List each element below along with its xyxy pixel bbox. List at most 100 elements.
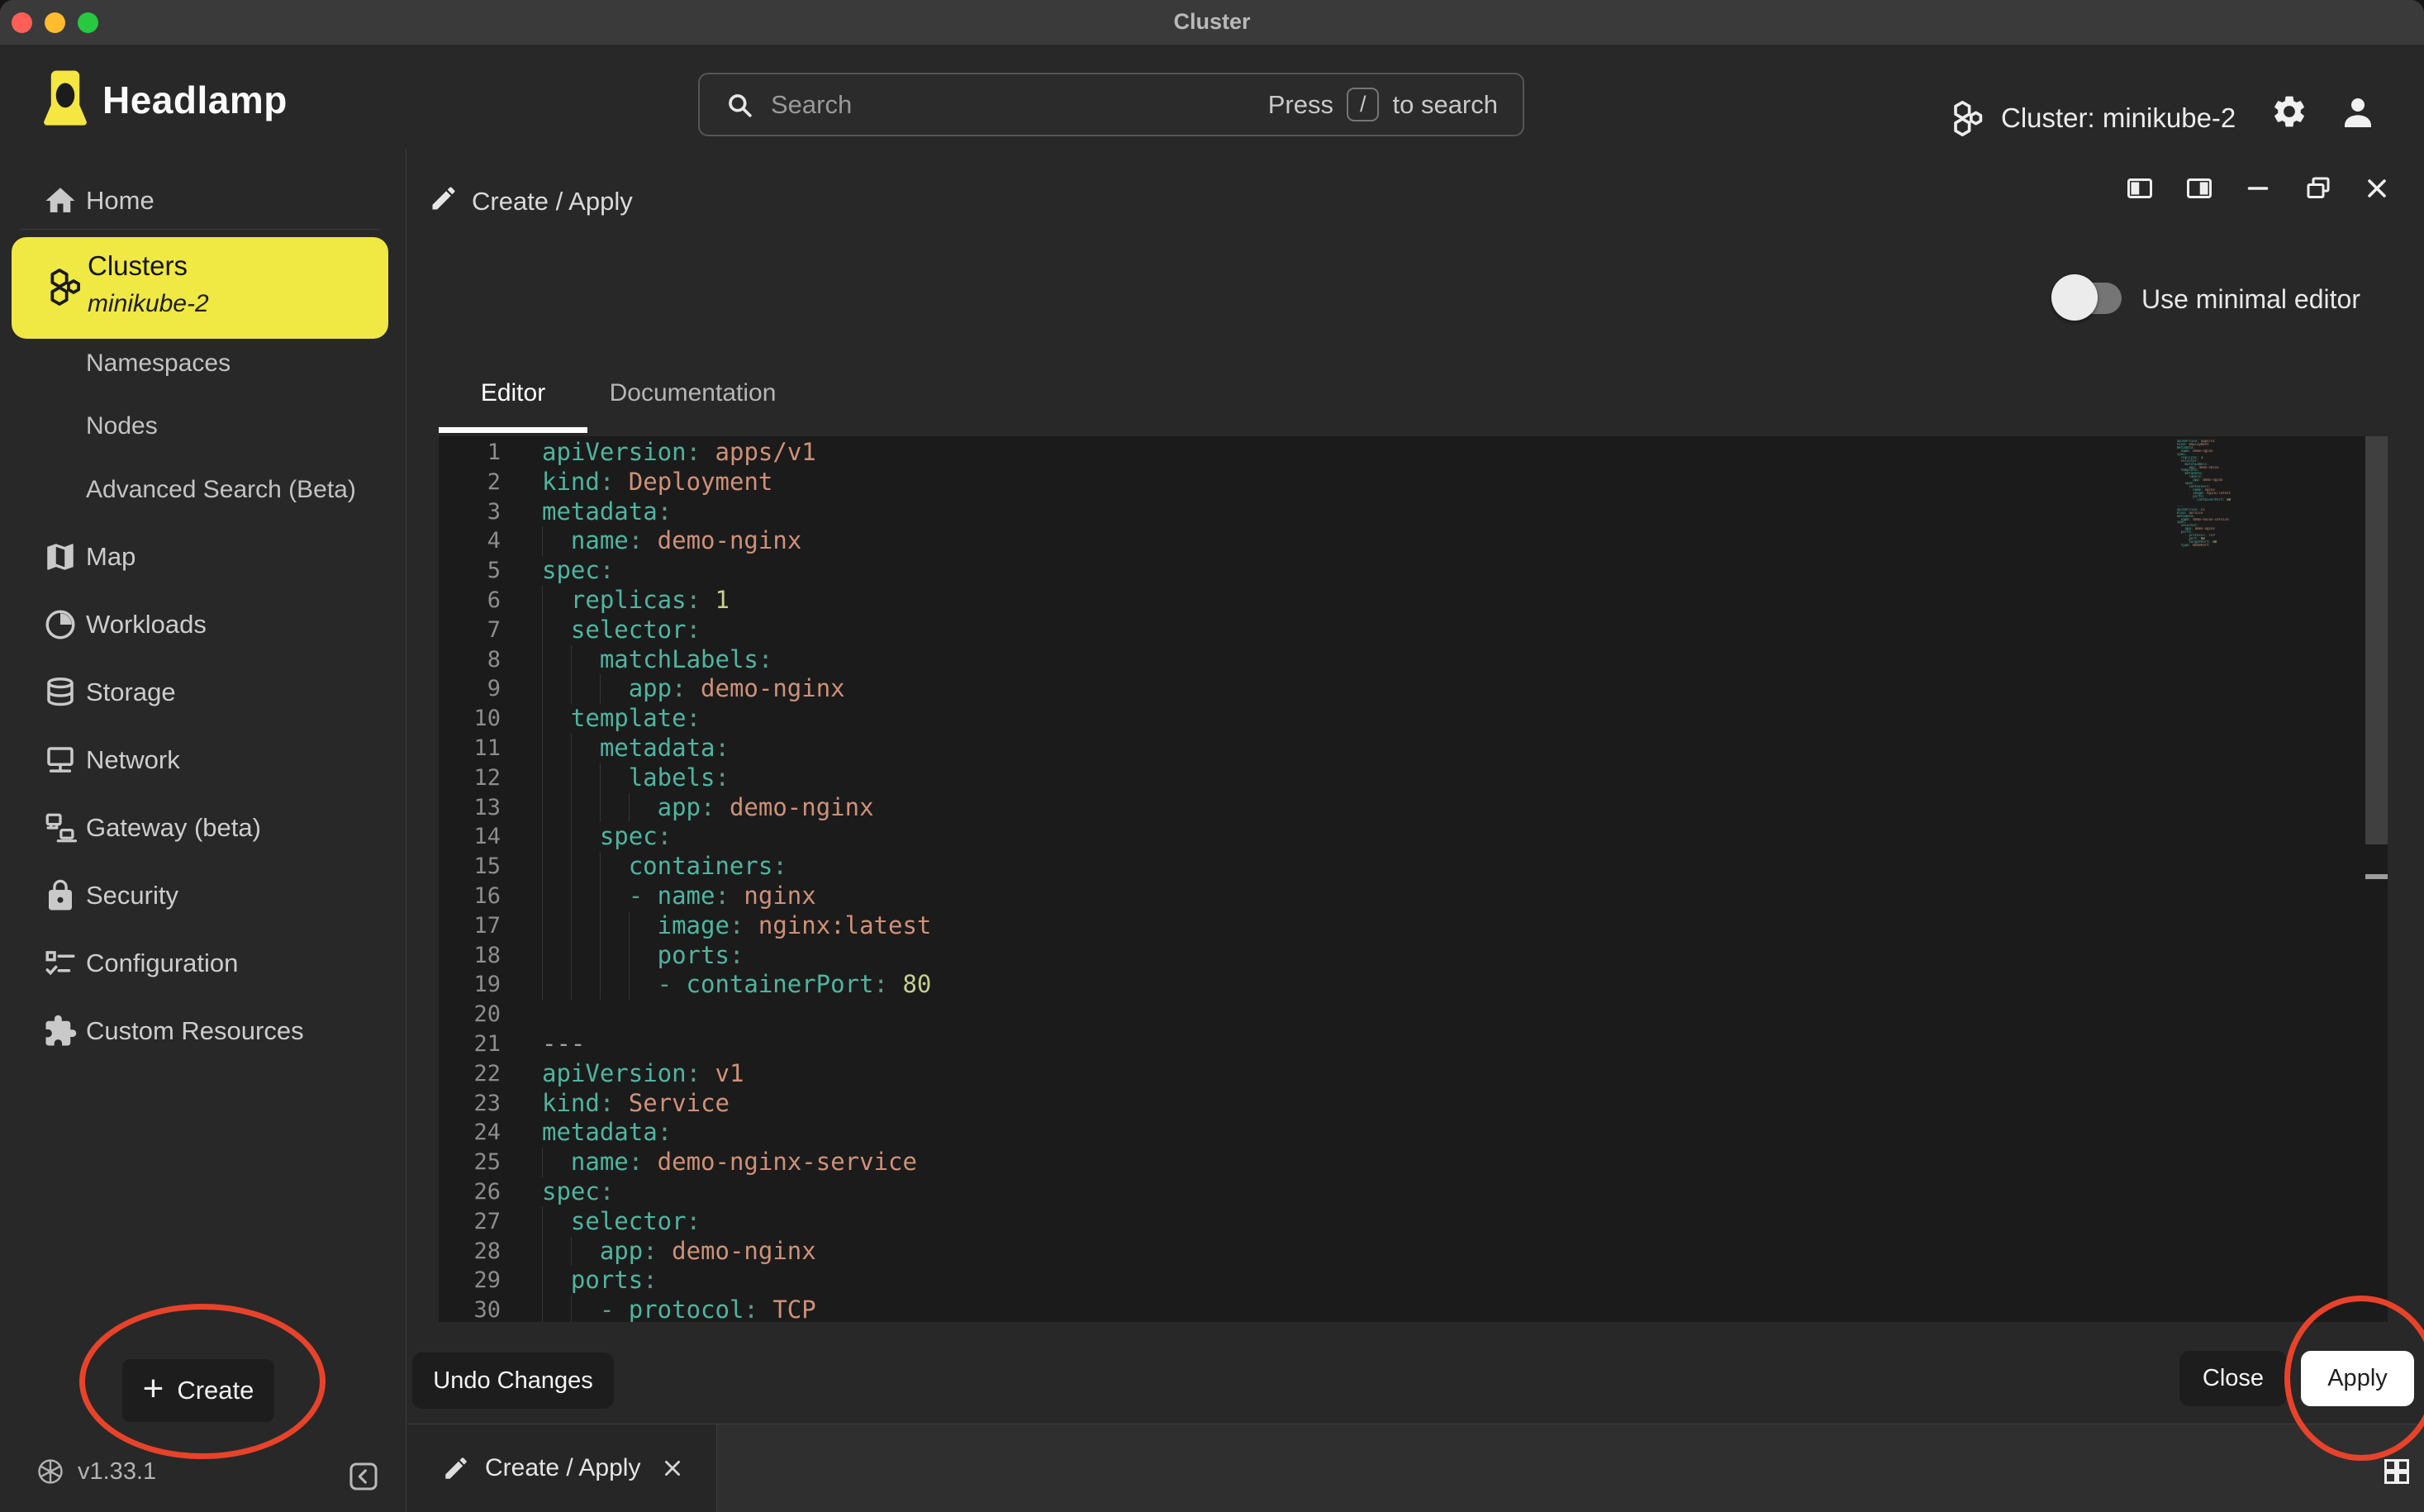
sidebar-item-label: Map <box>86 542 135 572</box>
sidebar-item-label: Gateway (beta) <box>86 813 261 843</box>
sidebar-item-label: Configuration <box>86 949 238 978</box>
pencil-icon <box>442 1454 470 1482</box>
editor-scrollbar-thumb[interactable] <box>2365 436 2388 844</box>
app-window: Cluster Headlamp Search Press / to searc… <box>0 0 2424 1512</box>
sidebar-item-custom-resources[interactable]: Custom Resources <box>0 1008 406 1054</box>
close-tab-icon[interactable] <box>662 1457 683 1479</box>
code-line: 30- protocol: TCP <box>439 1296 2388 1322</box>
dock-left-icon[interactable] <box>2125 174 2155 203</box>
pencil-icon <box>429 183 459 213</box>
sidebar-item-home[interactable]: Home <box>0 178 406 224</box>
bottom-tab-create-apply[interactable]: Create / Apply <box>407 1424 717 1512</box>
close-button[interactable]: Close <box>2179 1351 2287 1406</box>
sidebar-item-namespaces[interactable]: Namespaces <box>86 349 231 386</box>
settings-gear-icon[interactable] <box>2270 93 2308 131</box>
checklist-icon <box>43 946 78 981</box>
sidebar-item-network[interactable]: Network <box>0 737 406 783</box>
create-apply-panel: Create / Apply Use minimal editor Editor… <box>407 149 2424 1424</box>
minimal-editor-toggle-knob[interactable] <box>2051 274 2098 321</box>
bottom-tab-label: Create / Apply <box>485 1454 640 1482</box>
search-placeholder: Search <box>771 90 852 120</box>
sidebar: Home Clusters minikube-2 Namespaces Node… <box>0 149 406 1512</box>
gateway-icon <box>43 811 78 845</box>
code-line: 9app: demo-nginx <box>439 674 2388 704</box>
cluster-selector[interactable]: Cluster: minikube-2 <box>1950 89 2236 147</box>
hint-press: Press <box>1268 90 1333 120</box>
search-input[interactable]: Search Press / to search <box>698 73 1524 136</box>
sidebar-divider <box>21 229 380 230</box>
tab-documentation[interactable]: Documentation <box>587 359 798 427</box>
code-line: 16- name: nginx <box>439 882 2388 911</box>
kubernetes-icon <box>36 1457 64 1486</box>
cluster-name-label: Cluster: minikube-2 <box>2001 102 2236 134</box>
code-line: 11metadata: <box>439 734 2388 763</box>
sidebar-item-security[interactable]: Security <box>0 872 406 919</box>
sidebar-item-nodes[interactable]: Nodes <box>86 412 158 449</box>
version-label: v1.33.1 <box>78 1458 156 1486</box>
maximize-duplicate-icon[interactable] <box>2303 174 2333 203</box>
sidebar-item-label: Home <box>86 186 154 216</box>
code-line: 14spec: <box>439 822 2388 852</box>
home-icon <box>43 183 78 218</box>
sidebar-item-label: Security <box>86 881 178 911</box>
close-panel-icon[interactable] <box>2362 174 2392 203</box>
sidebar-item-advanced-search[interactable]: Advanced Search (Beta) <box>86 476 356 512</box>
code-line: 5spec: <box>439 556 2388 586</box>
lock-icon <box>43 878 78 913</box>
network-icon <box>43 743 78 777</box>
plus-icon: + <box>143 1368 164 1410</box>
yaml-editor[interactable]: 1apiVersion: apps/v12kind: Deployment3me… <box>439 436 2388 1322</box>
code-line: 10template: <box>439 704 2388 734</box>
active-tab-indicator <box>439 427 587 433</box>
tab-editor[interactable]: Editor <box>439 359 587 427</box>
sidebar-item-map[interactable]: Map <box>0 534 406 580</box>
code-line: 8matchLabels: <box>439 645 2388 675</box>
apply-button[interactable]: Apply <box>2301 1351 2414 1406</box>
user-account-icon[interactable] <box>2338 93 2378 132</box>
code-line: 29ports: <box>439 1266 2388 1296</box>
code-line: 1apiVersion: apps/v1 <box>439 438 2388 468</box>
macos-titlebar: Cluster <box>0 0 2424 45</box>
editor-minimap[interactable]: apiVersion: apps/v1kind: Deploymentmetad… <box>2177 440 2363 547</box>
code-line: 20 <box>439 1000 2388 1029</box>
search-icon <box>725 90 756 121</box>
sidebar-item-label: Network <box>86 745 180 775</box>
minimize-icon[interactable] <box>2243 174 2273 203</box>
sidebar-item-workloads[interactable]: Workloads <box>0 601 406 648</box>
code-line: 7selector: <box>439 616 2388 645</box>
code-line: 15containers: <box>439 852 2388 882</box>
search-shortcut-hint: Press / to search <box>1268 74 1498 135</box>
cluster-version: v1.33.1 <box>36 1457 156 1486</box>
sidebar-item-gateway[interactable]: Gateway (beta) <box>0 805 406 851</box>
code-line: 4name: demo-nginx <box>439 526 2388 556</box>
minimal-editor-label: Use minimal editor <box>2141 284 2360 315</box>
slash-keycap: / <box>1347 88 1380 121</box>
logo-text: Headlamp <box>102 78 288 122</box>
undo-changes-button[interactable]: Undo Changes <box>412 1353 614 1409</box>
sidebar-item-storage[interactable]: Storage <box>0 669 406 716</box>
sidebar-item-configuration[interactable]: Configuration <box>0 940 406 987</box>
panel-title: Create / Apply <box>472 187 633 216</box>
map-icon <box>43 540 78 574</box>
code-lines: 1apiVersion: apps/v12kind: Deployment3me… <box>439 438 2388 1322</box>
code-line: 12labels: <box>439 763 2388 793</box>
window-title: Cluster <box>0 9 2424 35</box>
headlamp-logo-icon <box>41 68 89 129</box>
clusters-label: Clusters <box>88 250 188 282</box>
sidebar-collapse-icon[interactable] <box>348 1461 379 1492</box>
code-line: 27selector: <box>439 1207 2388 1237</box>
code-line: 13app: demo-nginx <box>439 793 2388 823</box>
code-line: 3metadata: <box>439 497 2388 527</box>
cluster-hexagons-icon <box>1950 99 1988 137</box>
code-line: 2kind: Deployment <box>439 468 2388 497</box>
clusters-current-cluster: minikube-2 <box>88 290 209 318</box>
code-line: 18ports: <box>439 941 2388 971</box>
sidebar-item-label: Storage <box>86 678 176 707</box>
app-header: Headlamp Search Press / to search <box>0 45 2424 150</box>
storage-icon <box>43 675 78 710</box>
dock-right-icon[interactable] <box>2184 174 2214 203</box>
sidebar-item-clusters-selected[interactable]: Clusters minikube-2 <box>12 237 388 339</box>
create-button[interactable]: + Create <box>122 1359 274 1422</box>
puzzle-icon <box>43 1014 78 1048</box>
grid-layout-icon[interactable] <box>2382 1457 2412 1486</box>
